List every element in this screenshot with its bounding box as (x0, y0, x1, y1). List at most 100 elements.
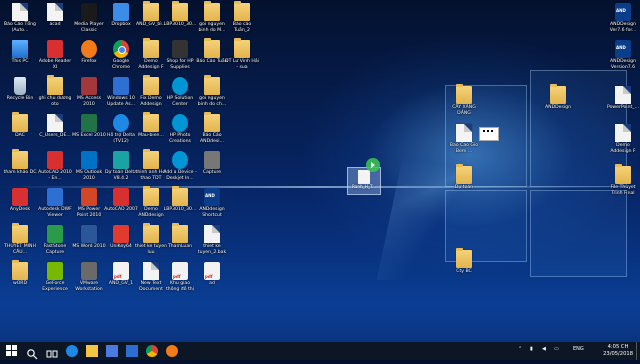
folder-icon (456, 164, 472, 184)
mail-icon[interactable] (126, 345, 138, 357)
desktop-icon[interactable]: Dropbox (104, 3, 138, 28)
desktop-icon[interactable]: THUYẾT MINH CẦU... (3, 223, 37, 255)
adobe-icon (47, 40, 63, 58)
desktop-icon[interactable]: AutoCAD 2010 - En... (38, 151, 72, 181)
desktop-icon[interactable]: Khu giao thông đô thị (163, 262, 197, 292)
desktop-icon-label: Add a Device - Deskjet In... (163, 170, 197, 181)
desktop-icon[interactable]: Recycle Bin (3, 77, 37, 102)
desktop-icon[interactable]: Bao Cao Gio Bem ... (447, 124, 481, 154)
desktop-icon[interactable]: goi nguyen binh do ch... (195, 75, 229, 107)
folder-icon (143, 223, 159, 243)
desktop-icon[interactable]: Media Player Classic (72, 3, 106, 33)
desktop-icon[interactable]: Báo Cáo Tổng (Auto... (3, 3, 37, 33)
folder-icon (615, 164, 631, 184)
desktop-icon[interactable]: UniKey64 (104, 225, 138, 250)
desktop-icon[interactable]: wORD (3, 260, 37, 287)
desktop-icon-label: ThamLuan (167, 244, 193, 249)
desktop-icon[interactable]: tham khảo DC (3, 149, 37, 176)
desktop-icon[interactable]: Capture (195, 151, 229, 176)
desktop-icon[interactable]: Dự toán Delta V8.4.2 (104, 151, 138, 181)
desktop-icon[interactable]: Firefox (72, 40, 106, 65)
desktop-icon[interactable]: ĐT Lư Vinh Hải - sua (225, 38, 259, 70)
desktop-icon[interactable]: goi nguyen binh do M... (195, 1, 229, 33)
shop-icon (172, 40, 188, 58)
desktop-icon[interactable]: Báo Cáo ANDdesi... (195, 112, 229, 144)
desktop-icon[interactable]: AutoCAD 2007 (104, 188, 138, 213)
desktop-icon[interactable]: File Thuyet Trinh Final (606, 164, 640, 196)
delta-icon (113, 151, 129, 169)
desktop-icon[interactable]: GeForce Experience (38, 262, 72, 292)
desktop-icon[interactable]: Báo Cáo Tuần (195, 38, 229, 65)
desktop-icon[interactable]: ANDDesign Ver7.6 for... (606, 3, 640, 33)
folder-icon (234, 1, 250, 21)
folder-icon (12, 260, 28, 280)
taskbar-firefox-icon[interactable] (166, 345, 178, 357)
desktop-icon-label: GeForce Experience (42, 281, 68, 292)
edge-icon[interactable] (66, 345, 78, 357)
desktop-icon[interactable]: Add a Device - Deskjet In... (163, 151, 197, 181)
desktop-icon[interactable]: ghi chu dương oto (38, 75, 72, 107)
desktop-icon-label: Bao Cao Gio Bem ... (449, 143, 479, 154)
desktop-icon[interactable]: Shop for HP Supplies (163, 40, 197, 70)
network-icon[interactable]: ▮ (530, 346, 533, 352)
start-icon[interactable] (6, 345, 18, 357)
clock[interactable]: 4:05 CH 23/05/2018 (603, 344, 633, 357)
desktop-icon[interactable]: ANDDesign Version7.6 (606, 40, 640, 70)
desktop-icon[interactable]: Windows 10 Update As... (104, 77, 138, 107)
desktop-icon[interactable]: LBP3010_30... (163, 186, 197, 213)
desktop-icon[interactable]: Hỗ trợ Delta (TV12) (104, 114, 138, 144)
desktop-icon-label: FastStone Capture (43, 244, 67, 255)
drag-cursor-icon (366, 158, 380, 172)
desktop-icon-label: tham khảo DC (3, 170, 37, 175)
desktop-icon[interactable]: Adobe Reader XI (38, 40, 72, 70)
desktop-icon[interactable]: Cty BC (447, 248, 481, 275)
search-icon[interactable] (26, 345, 38, 360)
desktop-icon[interactable]: DAC (3, 112, 37, 139)
desktop-icon[interactable]: VMware Workstation (72, 262, 106, 292)
tray-chevron-icon[interactable]: ⌃ (518, 346, 522, 352)
file-icon (615, 86, 631, 104)
desktop-icon[interactable]: MS Excel 2010 (72, 114, 106, 139)
desktop-icon[interactable]: FastStone Capture (38, 225, 72, 255)
desktop-icon[interactable]: PowerPoint_... (606, 86, 640, 111)
desktop-icon[interactable]: HP Solution Center (163, 77, 197, 107)
battery-icon[interactable]: ▭ (554, 346, 559, 352)
desktop-icon[interactable]: HP Photo Creations (163, 114, 197, 144)
desktop-icon-label: ĐT Lư Vinh Hải - sua (225, 59, 259, 70)
desktop-icon[interactable]: AND_GV_1 (104, 262, 138, 287)
desktop-icon[interactable]: This PC (3, 40, 37, 65)
desktop-icon[interactable]: Google Chrome (104, 40, 138, 70)
desktop-icon[interactable]: AnyDesk (3, 188, 37, 213)
desktop-icon[interactable]: Demo Addesign F (606, 124, 640, 154)
recycle-bin-icon (14, 77, 26, 95)
desktop-icon-label: Cty BC (456, 269, 472, 274)
desktop-icon[interactable]: ANDDesign (541, 84, 575, 111)
task-view-icon[interactable] (46, 345, 58, 358)
explorer-icon[interactable] (86, 345, 98, 357)
geforce-icon (47, 262, 63, 280)
volume-icon[interactable]: ◀ (542, 346, 546, 352)
store-icon[interactable] (106, 345, 118, 357)
desktop-icon[interactable]: ThamLuan (163, 223, 197, 250)
show-desktop-button[interactable] (636, 342, 640, 360)
desktop-icon[interactable]: thiet ke tuyen_2.bak (195, 225, 229, 255)
desktop-icon[interactable]: LBP3010_30... (163, 1, 197, 28)
desktop-icon[interactable]: MS Power Point 2010 (72, 188, 106, 218)
desktop-icon-label: LBP3010_30... (163, 207, 197, 212)
taskbar-chrome-icon[interactable] (146, 345, 158, 357)
desktop-icon[interactable]: MS Outlook 2010 (72, 151, 106, 181)
desktop-icon[interactable]: MS Word 2010 (72, 225, 106, 250)
desktop-icon[interactable]: Dự toán (447, 164, 481, 191)
desktop-icon[interactable]: acad (38, 3, 72, 28)
wallpaper-window-pane-bottom-right (530, 190, 627, 277)
desktop-icon[interactable]: Autodesk DWF Viewer (38, 188, 72, 218)
anddesign-icon (204, 188, 220, 206)
desktop-icon[interactable]: ad (195, 262, 229, 287)
desktop-icon[interactable]: MS Access 2010 (72, 77, 106, 107)
language-indicator[interactable]: ENG (573, 346, 584, 352)
desktop-icon[interactable]: C_Users_DE... (38, 114, 72, 139)
file-icon (12, 3, 28, 21)
desktop-icon[interactable]: Báo cáo Tuần_2 (225, 1, 259, 33)
desktop-icon[interactable]: ANDdesign Shortcut (195, 188, 229, 218)
desktop-icon[interactable]: CÂY XĂNG DẦNG (447, 84, 481, 116)
